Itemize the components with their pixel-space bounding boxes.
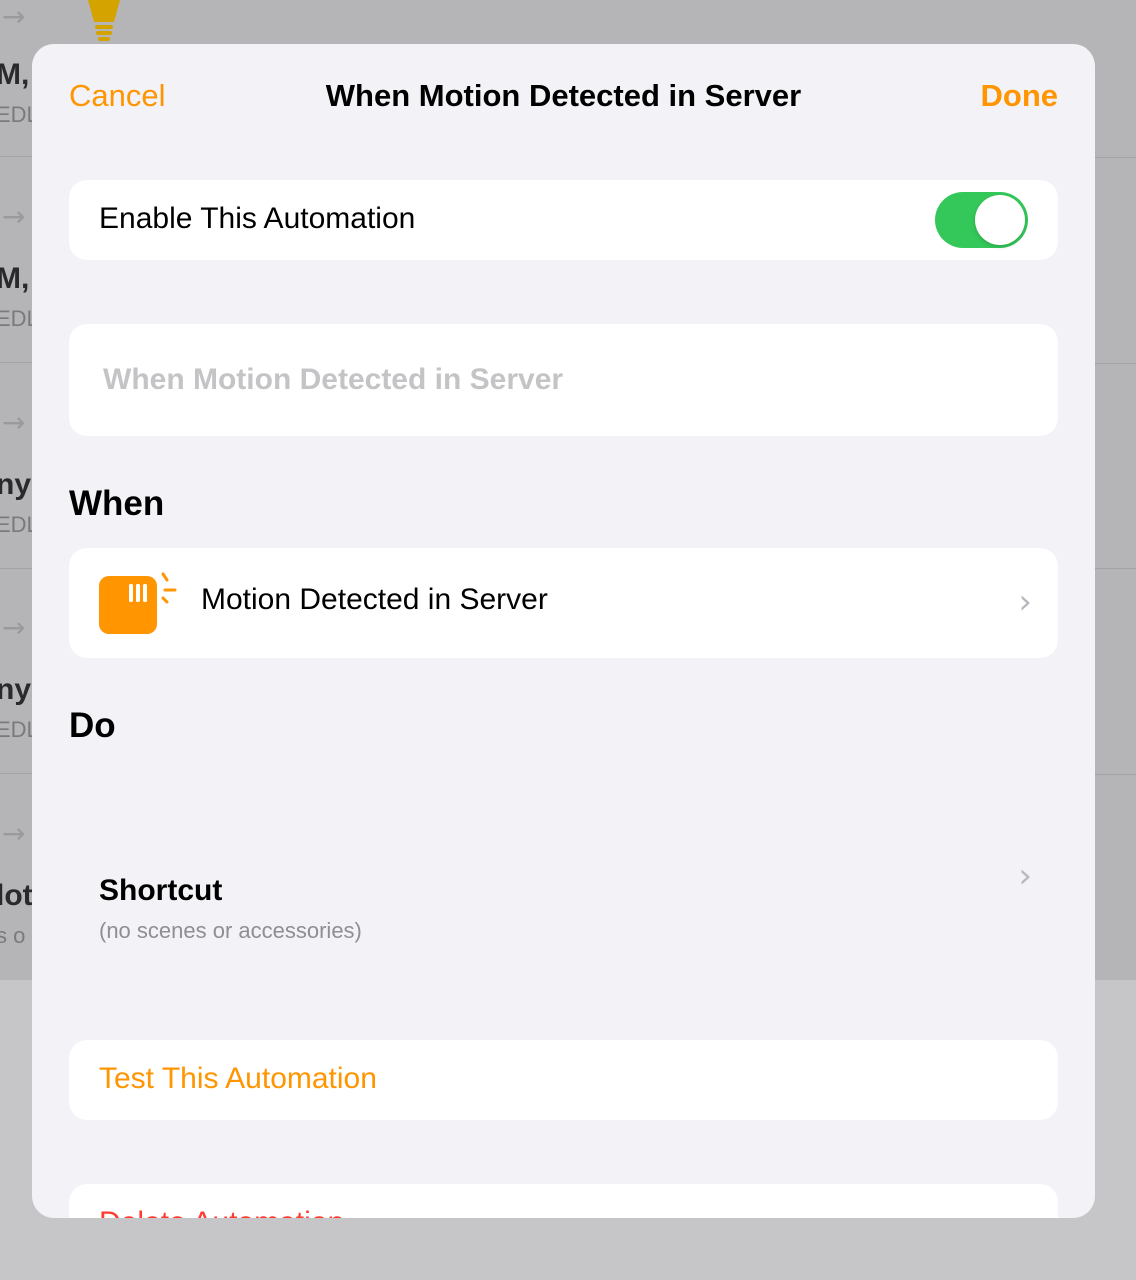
enable-row: Enable This Automation — [69, 180, 1058, 260]
enable-toggle[interactable] — [935, 192, 1028, 248]
chevron-right-icon: › — [1018, 582, 1032, 622]
arrow-icon: → — [2, 200, 26, 233]
automation-sheet: Cancel When Motion Detected in Server Do… — [32, 44, 1095, 1218]
arrow-icon: → — [2, 0, 26, 33]
when-header: When — [69, 484, 165, 523]
delete-automation-label: Delete Automation — [99, 1206, 344, 1218]
done-button[interactable]: Done — [981, 78, 1059, 114]
chevron-right-icon: › — [1018, 856, 1032, 896]
shortcut-title: Shortcut — [99, 874, 223, 907]
delete-automation-button[interactable]: Delete Automation — [69, 1184, 1058, 1218]
arrow-icon: → — [2, 817, 26, 850]
divider — [1094, 568, 1136, 569]
divider — [1094, 774, 1136, 775]
enable-label: Enable This Automation — [99, 202, 416, 235]
trigger-row[interactable]: Motion Detected in Server › — [69, 548, 1058, 658]
background-row-title: ny — [0, 468, 32, 501]
automation-name-input[interactable] — [103, 324, 1023, 436]
background-row-title: lot — [0, 879, 33, 912]
background-row-title: ny — [0, 673, 32, 706]
arrow-icon: → — [2, 406, 26, 439]
shortcut-subtitle: (no scenes or accessories) — [99, 918, 362, 943]
divider — [1094, 157, 1136, 158]
name-field-card — [69, 324, 1058, 436]
toggle-knob — [975, 195, 1025, 245]
arrow-icon: → — [2, 611, 26, 644]
do-header: Do — [69, 706, 116, 745]
shortcut-row[interactable]: Shortcut (no scenes or accessories) › — [69, 824, 1058, 974]
trigger-label: Motion Detected in Server — [201, 583, 548, 616]
divider — [1094, 363, 1136, 364]
motion-sensor-icon — [99, 572, 177, 634]
test-automation-button[interactable]: Test This Automation — [69, 1040, 1058, 1120]
test-automation-label: Test This Automation — [99, 1062, 377, 1095]
lightbulb-icon — [88, 0, 120, 41]
background-row-subtitle: s o — [0, 923, 26, 948]
sheet-title: When Motion Detected in Server — [325, 78, 802, 113]
